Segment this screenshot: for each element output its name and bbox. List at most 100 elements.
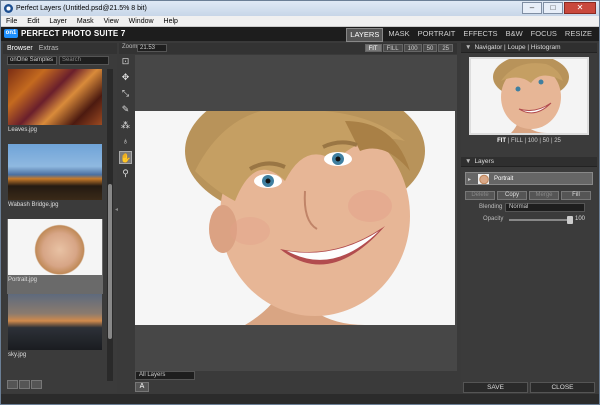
window-title: Perfect Layers (Untitled.psd@21.5% 8 bit… bbox=[16, 5, 147, 12]
list-item[interactable]: sky.jpg bbox=[7, 294, 103, 369]
tab-browser[interactable]: Browser bbox=[7, 45, 33, 52]
menu-view[interactable]: View bbox=[99, 16, 124, 26]
navigator-thumbnail bbox=[471, 59, 587, 133]
nav-25-button[interactable]: 25 bbox=[554, 138, 561, 144]
opacity-slider-handle[interactable] bbox=[567, 216, 573, 224]
menu-edit[interactable]: Edit bbox=[22, 16, 44, 26]
scroll-thumb[interactable] bbox=[108, 184, 112, 339]
thumbnail-image bbox=[8, 219, 102, 275]
merge-layer-button[interactable]: Merge bbox=[529, 191, 559, 200]
list-item[interactable]: Portrait.jpg bbox=[7, 219, 103, 294]
list-item[interactable]: Leaves.jpg bbox=[7, 69, 103, 144]
menu-mask[interactable]: Mask bbox=[72, 16, 99, 26]
zoom-100-button[interactable]: 100 bbox=[403, 44, 422, 52]
nav-100-button[interactable]: 100 bbox=[528, 138, 538, 144]
blending-label: Blending bbox=[479, 204, 503, 210]
thumbnail-image bbox=[8, 69, 102, 125]
layer-filter-select[interactable]: All Layers bbox=[135, 371, 195, 380]
nav-fit-button[interactable]: FIT bbox=[497, 138, 506, 144]
title-bar: Perfect Layers (Untitled.psd@21.5% 8 bit… bbox=[1, 1, 599, 16]
logo-mark: on1 bbox=[4, 29, 18, 38]
collapse-triangle-icon[interactable]: ▼ bbox=[465, 158, 471, 165]
zoom-fit-button[interactable]: FIT bbox=[364, 44, 382, 52]
minimize-button[interactable]: – bbox=[522, 2, 542, 14]
canvas-area[interactable] bbox=[135, 55, 457, 371]
thumbnail-caption: Wabash Bridge.jpg bbox=[8, 202, 59, 208]
transform-icon[interactable]: ⤡ bbox=[119, 87, 132, 100]
navigator-tabs[interactable]: Navigator | Loupe | Histogram bbox=[474, 44, 560, 51]
move-icon[interactable]: ✥ bbox=[119, 71, 132, 84]
collapse-handle-icon[interactable]: ◂ bbox=[115, 206, 118, 213]
zoom-field[interactable]: 21.53 bbox=[137, 44, 167, 52]
tab-resize[interactable]: RESIZE bbox=[562, 28, 595, 42]
thumbnail-image bbox=[8, 144, 102, 200]
layer-row[interactable]: ▸ Portrait bbox=[465, 172, 593, 185]
tab-portrait[interactable]: PORTRAIT bbox=[415, 28, 459, 42]
thumbnail-caption: Portrait.jpg bbox=[8, 277, 38, 283]
opacity-value[interactable]: 100 bbox=[575, 216, 585, 222]
navigator-header[interactable]: ▼ Navigator | Loupe | Histogram bbox=[461, 43, 597, 53]
tab-layers[interactable]: LAYERS bbox=[346, 28, 384, 42]
close-window-button[interactable]: ✕ bbox=[564, 2, 596, 14]
list-view-icon[interactable] bbox=[31, 380, 42, 389]
app-icon bbox=[4, 4, 13, 13]
navigator-zoom-options: FIT | FILL | 100 | 50 | 25 bbox=[497, 138, 561, 144]
zoom-fill-button[interactable]: FILL bbox=[382, 44, 403, 52]
tab-effects[interactable]: EFFECTS bbox=[460, 28, 500, 42]
tool-column: ⊡ ✥ ⤡ ✎ ⁂ ♁ ✋ ⚲ bbox=[119, 55, 134, 183]
nav-fill-button[interactable]: FILL bbox=[511, 138, 523, 144]
zoom-25-button[interactable]: 25 bbox=[438, 44, 453, 52]
app-window: Perfect Layers (Untitled.psd@21.5% 8 bit… bbox=[0, 0, 600, 405]
browser-scrollbar[interactable] bbox=[107, 69, 113, 381]
tab-bw[interactable]: B&W bbox=[503, 28, 526, 42]
menu-file[interactable]: File bbox=[1, 16, 22, 26]
right-panel: ▼ Navigator | Loupe | Histogram FIT | FIL… bbox=[461, 43, 597, 393]
grid-view-icon[interactable] bbox=[7, 380, 18, 389]
thumbnail-caption: sky.jpg bbox=[8, 352, 27, 358]
zoom-label: Zoom bbox=[122, 44, 138, 50]
tab-extras[interactable]: Extras bbox=[39, 45, 59, 52]
fill-layer-button[interactable]: Fill bbox=[561, 191, 591, 200]
list-item[interactable]: Wabash Bridge.jpg bbox=[7, 144, 103, 219]
source-select[interactable]: onOne Samples bbox=[7, 56, 57, 65]
photo-canvas[interactable] bbox=[135, 111, 455, 325]
module-tabs: LAYERS MASK PORTRAIT EFFECTS B&W FOCUS R… bbox=[346, 28, 595, 42]
collapse-triangle-icon[interactable]: ▼ bbox=[465, 44, 471, 51]
layer-name: Portrait bbox=[494, 176, 514, 182]
tab-focus[interactable]: FOCUS bbox=[528, 28, 560, 42]
filmstrip-view-icon[interactable] bbox=[19, 380, 30, 389]
layers-header[interactable]: ▼ Layers bbox=[461, 157, 597, 167]
menu-window[interactable]: Window bbox=[124, 16, 159, 26]
layer-thumbnail bbox=[478, 174, 489, 184]
save-button[interactable]: SAVE bbox=[463, 382, 528, 393]
hand-icon[interactable]: ✋ bbox=[119, 151, 132, 164]
blending-select[interactable]: Normal bbox=[505, 203, 585, 212]
visibility-icon[interactable]: ▸ bbox=[468, 176, 471, 183]
close-button[interactable]: CLOSE bbox=[530, 382, 595, 393]
masking-brush-icon[interactable]: ✎ bbox=[119, 103, 132, 116]
nav-50-button[interactable]: 50 bbox=[543, 138, 550, 144]
text-tool-button[interactable]: A bbox=[135, 382, 149, 392]
tab-mask[interactable]: MASK bbox=[385, 28, 412, 42]
zoom-50-button[interactable]: 50 bbox=[422, 44, 438, 52]
navigator-preview[interactable] bbox=[469, 57, 589, 135]
retouch-brush-icon[interactable]: ⁂ bbox=[119, 119, 132, 132]
menu-help[interactable]: Help bbox=[159, 16, 183, 26]
opacity-label: Opacity bbox=[483, 216, 504, 222]
copy-layer-button[interactable]: Copy bbox=[497, 191, 527, 200]
maximize-button[interactable]: □ bbox=[543, 2, 563, 14]
layers-title: Layers bbox=[474, 158, 494, 165]
zoom-bar: Zoom 21.53 FIT FILL 100 50 25 bbox=[119, 43, 457, 54]
status-bar bbox=[1, 394, 599, 404]
menu-layer[interactable]: Layer bbox=[44, 16, 72, 26]
delete-layer-button[interactable]: Delete bbox=[465, 191, 495, 200]
clone-stamp-icon[interactable]: ♁ bbox=[119, 135, 132, 148]
opacity-slider[interactable] bbox=[509, 216, 573, 224]
portrait-photo bbox=[135, 111, 455, 325]
menu-bar: File Edit Layer Mask View Window Help bbox=[1, 16, 599, 27]
app-logo: on1 PERFECT PHOTO SUITE 7 bbox=[4, 29, 126, 38]
zoom-icon[interactable]: ⚲ bbox=[119, 167, 132, 180]
browser-panel: Browser Extras onOne Samples Search Leav… bbox=[3, 43, 117, 393]
crop-icon[interactable]: ⊡ bbox=[119, 55, 132, 68]
browser-search-input[interactable]: Search bbox=[59, 56, 109, 65]
